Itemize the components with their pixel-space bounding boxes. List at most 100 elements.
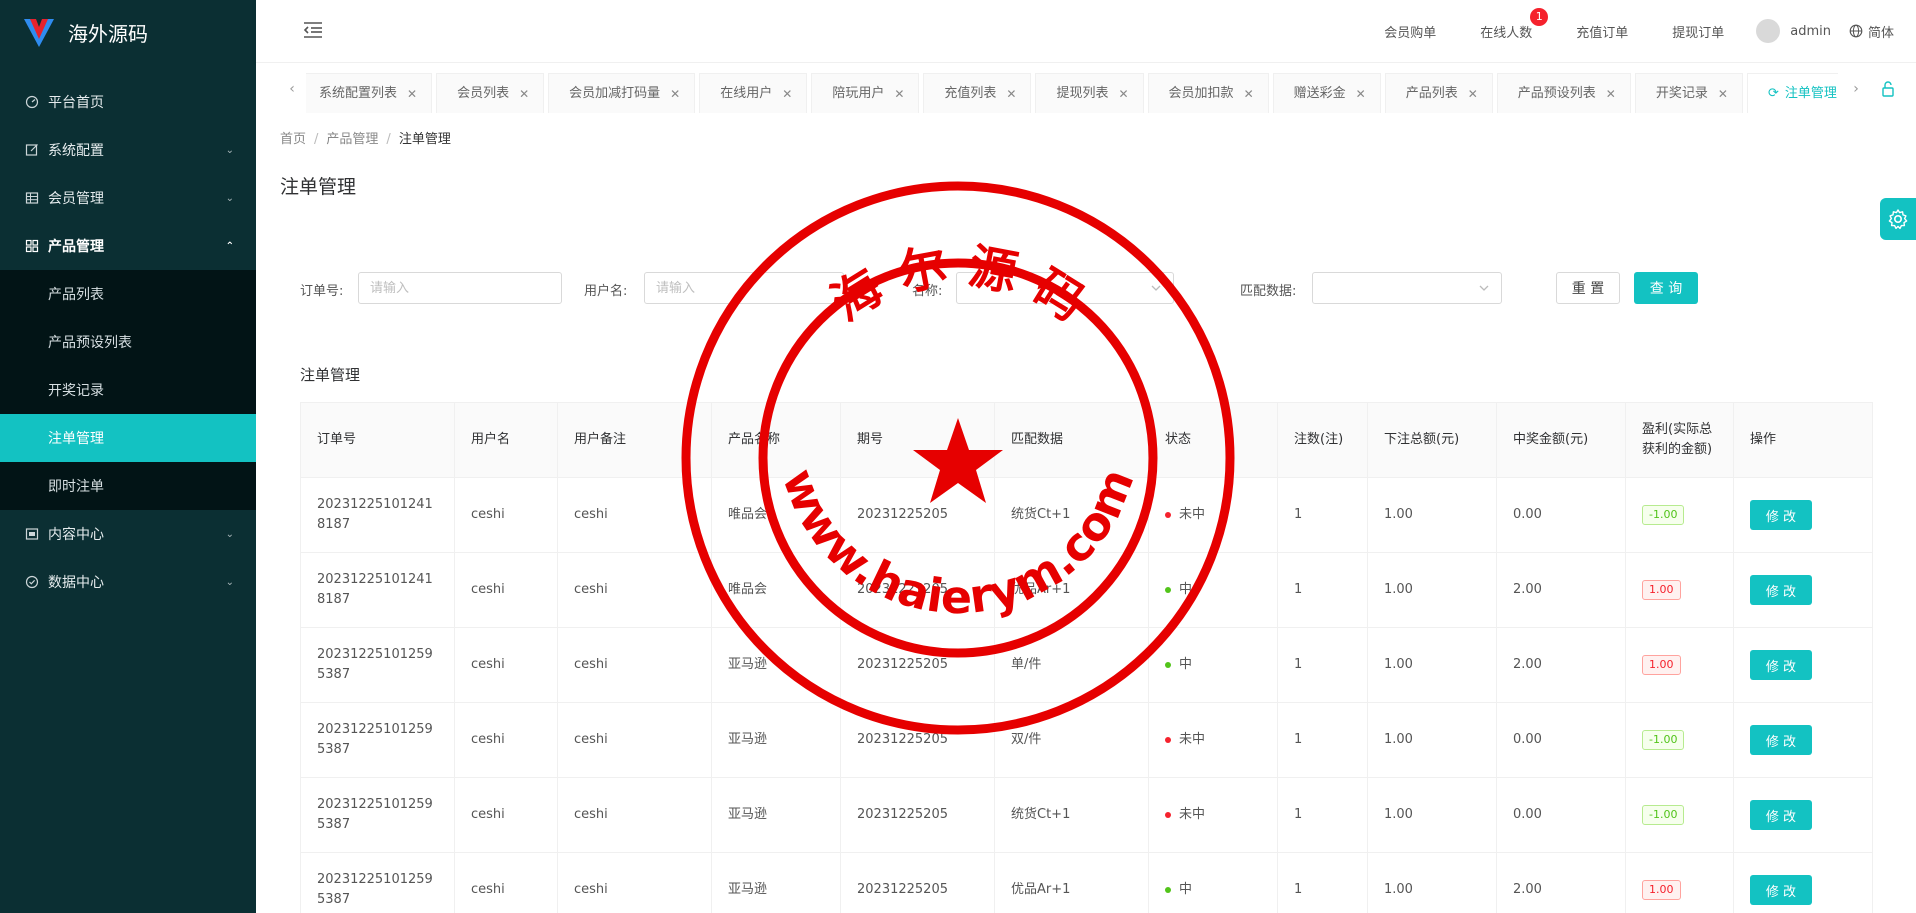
page-title: 注单管理 [280, 176, 357, 198]
edit-button[interactable]: 修 改 [1750, 800, 1812, 830]
breadcrumb-separator: / [386, 132, 391, 147]
close-icon[interactable]: ✕ [1718, 74, 1728, 114]
table-row: 202312251012595387 ceshi ceshi 亚马逊 202312252… [300, 777, 1873, 853]
cell-actions: 修 改 [1733, 477, 1873, 553]
tab-member-list[interactable]: 会员列表 ✕ [436, 73, 545, 114]
close-icon[interactable]: ✕ [1118, 74, 1128, 114]
reset-button[interactable]: 重 置 [1556, 272, 1620, 304]
close-icon[interactable]: ✕ [407, 74, 417, 114]
match-data-select[interactable] [1312, 272, 1502, 304]
cell-match-data: 统货Ct+1 [994, 477, 1149, 553]
cell-order-number: 202312251012418187 [300, 477, 455, 553]
tabs-scroll-left-icon[interactable]: ‹ [282, 79, 302, 99]
name-select[interactable] [956, 272, 1174, 304]
col-status: 状态 [1148, 402, 1278, 478]
profit-tag: 1.00 [1642, 655, 1681, 675]
sub-item-instant-bets[interactable]: 即时注单 [0, 462, 256, 510]
member-orders-link[interactable]: 会员购单 [1362, 22, 1458, 41]
menu-item-label: 会员管理 [48, 191, 104, 207]
cell-win-amount: 2.00 [1496, 852, 1626, 913]
tab-recharge-list[interactable]: 充值列表 ✕ [923, 73, 1032, 114]
cell-win-amount: 0.00 [1496, 477, 1626, 553]
cell-user-remark: ceshi [557, 852, 712, 913]
refresh-icon[interactable]: ⟳ [1768, 74, 1779, 114]
username-input[interactable] [644, 272, 844, 304]
cell-user-remark: ceshi [557, 777, 712, 853]
close-icon[interactable]: ✕ [519, 74, 529, 114]
cell-win-amount: 2.00 [1496, 552, 1626, 628]
table-row: 202312251012418187 ceshi ceshi 唯品会 202312252… [300, 477, 1873, 553]
withdraw-orders-link[interactable]: 提现订单 [1650, 22, 1746, 41]
query-button[interactable]: 查 询 [1634, 272, 1698, 304]
menu-item-data[interactable]: 数据中心 ⌄ [0, 558, 256, 606]
cell-actions: 修 改 [1733, 852, 1873, 913]
tab-member-code-adjust[interactable]: 会员加减打码量 ✕ [548, 73, 696, 114]
cell-status: 中 [1148, 627, 1278, 703]
cell-bet-total: 1.00 [1367, 702, 1497, 778]
sub-item-product-list[interactable]: 产品列表 [0, 270, 256, 318]
menu-item-member[interactable]: 会员管理 ⌄ [0, 174, 256, 222]
sub-item-draw-records[interactable]: 开奖记录 [0, 366, 256, 414]
menu-item-system-config[interactable]: 系统配置 ⌄ [0, 126, 256, 174]
cell-match-data: 单/件 [994, 627, 1149, 703]
tab-bet-management[interactable]: ⟳注单管理✕ [1746, 73, 1838, 114]
online-users-link[interactable]: 在线人数 1 [1458, 7, 1554, 41]
tab-system-config-list[interactable]: 系统配置列表 ✕ [306, 73, 433, 114]
chevron-down-icon: ⌄ [225, 144, 234, 156]
online-count-badge: 1 [1530, 7, 1549, 26]
tab-companion-users[interactable]: 陪玩用户 ✕ [811, 73, 920, 114]
sub-item-product-preset[interactable]: 产品预设列表 [0, 318, 256, 366]
edit-button[interactable]: 修 改 [1750, 500, 1812, 530]
close-icon[interactable]: ✕ [782, 74, 792, 114]
close-icon[interactable]: ✕ [1006, 74, 1016, 114]
tab-draw-records[interactable]: 开奖记录 ✕ [1634, 73, 1743, 114]
product-submenu: 产品列表 产品预设列表 开奖记录 注单管理 即时注单 [0, 270, 256, 510]
tab-bonus-gift[interactable]: 赠送彩金 ✕ [1272, 73, 1381, 114]
gear-icon [1888, 209, 1908, 230]
menu-item-label: 内容中心 [48, 527, 104, 543]
menu-item-dashboard[interactable]: 平台首页 [0, 78, 256, 126]
breadcrumb-home[interactable]: 首页 [280, 132, 306, 147]
v-logo-icon [24, 19, 54, 47]
cell-order-number: 202312251012595387 [300, 702, 455, 778]
close-icon[interactable]: ✕ [1468, 74, 1478, 114]
close-icon[interactable]: ✕ [670, 74, 680, 114]
recharge-orders-link[interactable]: 充值订单 [1554, 22, 1650, 41]
menu-item-product[interactable]: 产品管理 ⌃ [0, 222, 256, 270]
tab-member-balance-adjust[interactable]: 会员加扣款 ✕ [1147, 73, 1269, 114]
user-menu[interactable]: admin [1746, 19, 1849, 43]
tab-online-users[interactable]: 在线用户 ✕ [699, 73, 808, 114]
menu-item-label: 系统配置 [48, 143, 104, 159]
edit-button[interactable]: 修 改 [1750, 875, 1812, 905]
close-icon[interactable]: ✕ [894, 74, 904, 114]
brand[interactable]: 海外源码 [0, 0, 256, 64]
menu-fold-icon[interactable] [302, 20, 324, 40]
menu-item-content[interactable]: 内容中心 ⌄ [0, 510, 256, 558]
sub-item-bet-management[interactable]: 注单管理 [0, 414, 256, 462]
breadcrumb-parent[interactable]: 产品管理 [326, 132, 378, 147]
language-switch[interactable]: 简体 [1849, 22, 1894, 41]
close-icon[interactable]: ✕ [1244, 74, 1254, 114]
cell-username: ceshi [454, 852, 558, 913]
tab-product-list[interactable]: 产品列表 ✕ [1384, 73, 1493, 114]
cell-product-name: 亚马逊 [711, 777, 841, 853]
edit-button[interactable]: 修 改 [1750, 725, 1812, 755]
tabs-scroll-right-icon[interactable]: › [1846, 79, 1866, 99]
edit-button[interactable]: 修 改 [1750, 575, 1812, 605]
edit-button[interactable]: 修 改 [1750, 650, 1812, 680]
table-row: 202312251012595387 ceshi ceshi 亚马逊 202312252… [300, 852, 1873, 913]
tab-label: 产品预设列表 [1517, 85, 1596, 101]
cell-win-amount: 2.00 [1496, 627, 1626, 703]
table-icon [24, 190, 40, 206]
lock-icon[interactable] [1878, 79, 1898, 99]
tab-product-preset-list[interactable]: 产品预设列表 ✕ [1496, 73, 1631, 114]
close-icon[interactable]: ✕ [1606, 74, 1616, 114]
close-icon[interactable]: ✕ [1356, 74, 1366, 114]
tab-withdraw-list[interactable]: 提现列表 ✕ [1035, 73, 1144, 114]
settings-button[interactable] [1880, 198, 1916, 240]
status-text: 未中 [1179, 507, 1206, 522]
profit-tag: 1.00 [1642, 880, 1681, 900]
table-row: 202312251012418187 ceshi ceshi 唯品会 202312252… [300, 552, 1873, 628]
order-number-input[interactable] [358, 272, 562, 304]
table-row: 202312251012595387 ceshi ceshi 亚马逊 202312252… [300, 702, 1873, 778]
